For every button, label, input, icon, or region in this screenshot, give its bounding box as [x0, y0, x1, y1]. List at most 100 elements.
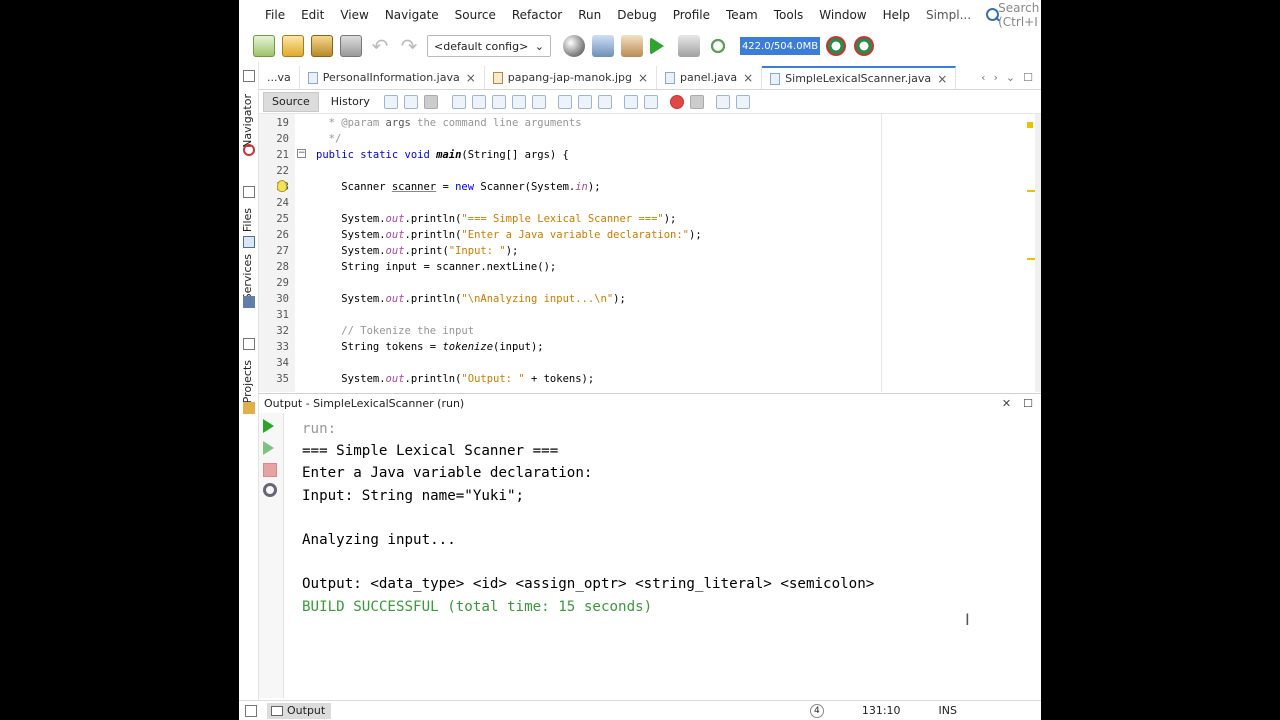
gc-icon[interactable]: [826, 36, 846, 56]
editor-tab-label: papang-jap-manok.jpg: [507, 71, 632, 84]
menu-bar: File Edit View Navigate Source Refactor …: [239, 0, 1041, 30]
menu-navigate[interactable]: Navigate: [377, 0, 447, 30]
redo-icon[interactable]: ↷: [398, 35, 420, 57]
comment-icon[interactable]: [715, 94, 730, 109]
editor-tab-panel[interactable]: panel.java ×: [657, 66, 763, 89]
warning-stripe-mark[interactable]: [1027, 258, 1035, 260]
maximize-editor-icon[interactable]: ☐: [1023, 71, 1033, 84]
notifications-badge[interactable]: 4: [809, 703, 824, 718]
debug-icon[interactable]: [678, 35, 700, 57]
find-previous-icon[interactable]: [471, 94, 486, 109]
shift-left-icon[interactable]: [623, 94, 638, 109]
menu-debug[interactable]: Debug: [609, 0, 664, 30]
side-tab-files[interactable]: Files: [241, 208, 254, 232]
menu-profile[interactable]: Profile: [665, 0, 718, 30]
restore-projects-icon[interactable]: [243, 338, 255, 350]
close-output-icon[interactable]: ✕: [1002, 397, 1011, 410]
close-tab-icon[interactable]: ×: [937, 72, 947, 86]
restore-output-icon[interactable]: [245, 705, 257, 717]
uncomment-icon[interactable]: [735, 94, 750, 109]
tab-navigation: ‹ › ⌄ ☐: [981, 66, 1041, 89]
output-minimized-tab[interactable]: Output: [267, 702, 332, 719]
settings-icon[interactable]: [263, 483, 277, 497]
menu-file[interactable]: File: [257, 0, 293, 30]
close-tab-icon[interactable]: ×: [638, 71, 648, 85]
line-number: 31: [276, 309, 289, 321]
menu-source[interactable]: Source: [447, 0, 504, 30]
toggle-bookmark-icon[interactable]: [597, 94, 612, 109]
forward-icon[interactable]: [423, 94, 438, 109]
start-macro-icon[interactable]: [669, 94, 684, 109]
new-project-icon[interactable]: [282, 35, 304, 57]
editor-tab-label: panel.java: [680, 71, 738, 84]
clean-build-icon[interactable]: [621, 35, 643, 57]
editor-scrollbar[interactable]: [1035, 114, 1041, 392]
shift-right-icon[interactable]: [643, 94, 658, 109]
rerun-with-options-icon[interactable]: [263, 441, 274, 455]
tab-history[interactable]: History: [323, 92, 378, 112]
last-edit-icon[interactable]: [383, 94, 398, 109]
gc-secondary-icon[interactable]: [854, 36, 874, 56]
side-tab-services[interactable]: Services: [241, 254, 254, 300]
java-file-icon: [770, 72, 781, 85]
menu-team[interactable]: Team: [718, 0, 766, 30]
chevron-down-icon[interactable]: ⌄: [1006, 71, 1015, 84]
output-console[interactable]: run: === Simple Lexical Scanner === Enter …: [302, 418, 1032, 688]
find-icon[interactable]: [451, 94, 466, 109]
config-select[interactable]: <default config> ⌄: [427, 35, 551, 57]
stop-macro-icon[interactable]: [689, 94, 704, 109]
editor-tab-image[interactable]: papang-jap-manok.jpg ×: [485, 66, 658, 89]
restore-window-icon[interactable]: [243, 70, 255, 82]
menu-edit[interactable]: Edit: [293, 0, 332, 30]
back-icon[interactable]: [403, 94, 418, 109]
tab-source[interactable]: Source: [263, 91, 319, 112]
close-tab-icon[interactable]: ×: [743, 71, 753, 85]
open-project-icon[interactable]: [311, 35, 333, 57]
insert-mode: INS: [938, 704, 957, 717]
output-title[interactable]: Output - SimpleLexicalScanner (run): [264, 397, 464, 410]
toggle-rect-select-icon[interactable]: [531, 94, 546, 109]
hint-bulb-icon[interactable]: [277, 180, 287, 192]
find-next-icon[interactable]: [491, 94, 506, 109]
menu-run[interactable]: Run: [570, 0, 609, 30]
warning-stripe-mark[interactable]: [1027, 190, 1035, 192]
prev-bookmark-icon[interactable]: [557, 94, 572, 109]
menu-help[interactable]: Help: [875, 0, 918, 30]
side-tab-projects[interactable]: Projects: [241, 360, 254, 403]
menu-refactor[interactable]: Refactor: [504, 0, 570, 30]
run-icon[interactable]: [650, 37, 664, 55]
menu-tools[interactable]: Tools: [766, 0, 812, 30]
editor-tab-label: PersonalInformation.java: [322, 71, 460, 84]
close-tab-icon[interactable]: ×: [466, 71, 476, 85]
right-margin-guide: [881, 114, 882, 392]
editor-tab-simplelexicalscanner[interactable]: SimpleLexicalScanner.java ×: [762, 66, 957, 89]
fold-collapse-icon[interactable]: −: [297, 149, 306, 158]
code-line-35: System.out.println("Output: " + tokens);: [316, 373, 595, 385]
side-tab-navigator[interactable]: Navigator: [241, 94, 254, 148]
error-stripe-mark[interactable]: [1027, 122, 1033, 128]
globe-icon[interactable]: [563, 35, 585, 57]
profile-icon[interactable]: [707, 35, 729, 57]
save-all-icon[interactable]: [340, 35, 362, 57]
memory-indicator[interactable]: 422.0/504.0MB: [740, 37, 820, 55]
new-file-icon[interactable]: [253, 35, 275, 57]
line-number: 33: [276, 341, 289, 353]
line-number: 34: [276, 357, 289, 369]
editor-tab-truncated[interactable]: ...va: [259, 66, 300, 89]
editor-tab-personalinformation[interactable]: PersonalInformation.java ×: [300, 66, 485, 89]
toggle-highlight-icon[interactable]: [511, 94, 526, 109]
stop-icon[interactable]: [263, 463, 277, 477]
code-editor[interactable]: 19 20 21 22 23 24 25 26 27 28 29 30 31 3…: [259, 114, 1041, 392]
menu-window[interactable]: Window: [811, 0, 874, 30]
chevron-right-icon[interactable]: ›: [994, 71, 998, 84]
rerun-icon[interactable]: [263, 419, 274, 433]
next-bookmark-icon[interactable]: [577, 94, 592, 109]
maximize-output-icon[interactable]: ☐: [1023, 397, 1033, 410]
chevron-left-icon[interactable]: ‹: [981, 71, 985, 84]
search-box[interactable]: Search (Ctrl+I: [985, 1, 1041, 29]
output-scrollbar[interactable]: [1027, 413, 1041, 698]
undo-icon[interactable]: ↶: [369, 35, 391, 57]
menu-view[interactable]: View: [332, 0, 376, 30]
build-icon[interactable]: [592, 35, 614, 57]
restore-files-icon[interactable]: [243, 186, 255, 198]
